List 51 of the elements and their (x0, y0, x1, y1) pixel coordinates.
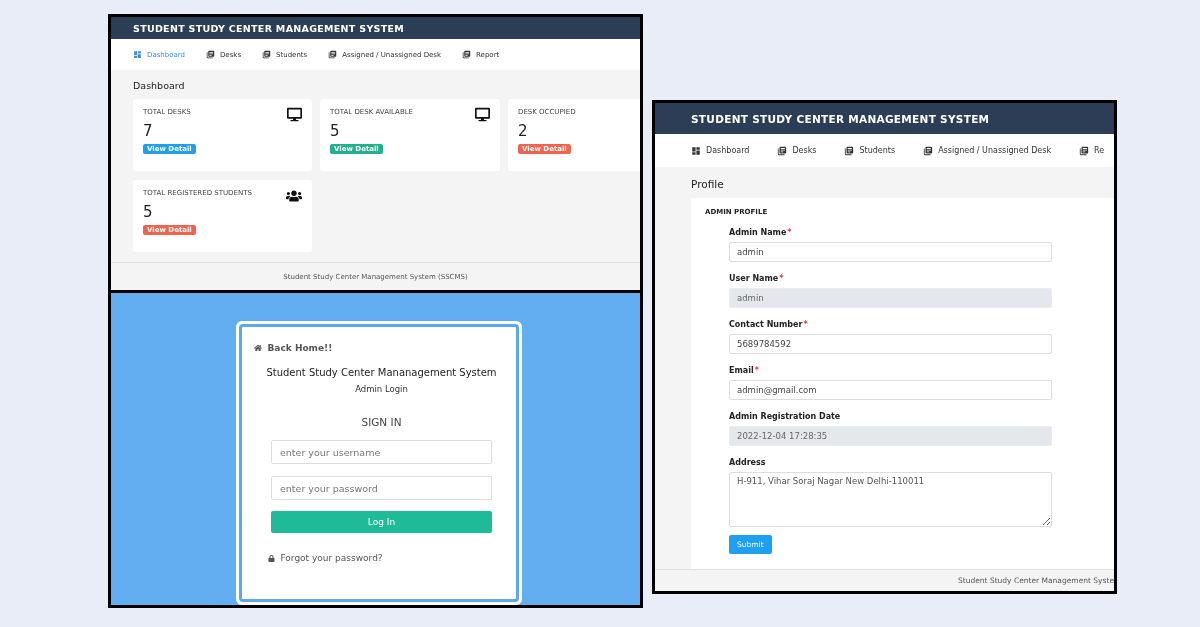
lock-icon (267, 554, 275, 562)
dashboard-icon (133, 50, 142, 59)
nav-link[interactable]: Dashboard (691, 145, 750, 156)
nav-link[interactable]: Students (844, 145, 896, 156)
required-mark: * (754, 366, 759, 375)
pages-icon (1079, 145, 1090, 156)
stat-value: 5 (330, 122, 340, 140)
stat-value: 7 (143, 122, 153, 140)
field-label: Email (729, 366, 754, 375)
dashboard-icon (691, 145, 701, 156)
page-title: Profile (691, 178, 725, 190)
users-icon (286, 188, 302, 204)
system-name: Student Study Center Mananagement System (265, 367, 497, 378)
login-field[interactable]: enter your password (271, 476, 492, 500)
address-field[interactable]: H-911, Vihar Soraj Nagar New Delhi-110011 (729, 472, 1052, 527)
pages-icon (262, 50, 272, 59)
page-title: Dashboard (133, 80, 186, 91)
input-field[interactable]: 5689784592 (729, 334, 1052, 354)
monitor-icon (287, 107, 302, 122)
home-icon (253, 344, 262, 352)
input-field[interactable]: admin@gmail.com (729, 380, 1052, 400)
input-field[interactable]: admin (729, 242, 1052, 262)
pages-icon (844, 145, 855, 156)
field-label: Contact Number (729, 320, 803, 329)
input-field[interactable]: 2022-12-04 17:28:35 (729, 426, 1052, 446)
field-label: Address (729, 458, 766, 467)
app-title: STUDENT STUDY CENTER MANAGEMENT SYSTEM (691, 112, 990, 125)
pages-icon (206, 50, 215, 59)
field-label: Admin Name (729, 228, 787, 237)
login-field[interactable]: enter your username (271, 440, 492, 464)
pages-icon (777, 145, 788, 156)
monitor-icon (475, 107, 490, 122)
forgot-password-link[interactable]: Forgot your password? (267, 553, 383, 563)
back-home-link[interactable]: Back Home!! (253, 343, 333, 353)
field-label: Admin Registration Date (729, 412, 841, 421)
input-field[interactable]: admin (729, 288, 1052, 308)
stat-value: 5 (143, 203, 153, 221)
pages-icon (462, 50, 472, 59)
sign-in-heading: SIGN IN (360, 416, 402, 428)
app-title: STUDENT STUDY CENTER MANAGEMENT SYSTEM (133, 22, 405, 34)
stat-value: 2 (518, 122, 528, 140)
field-label: User Name (729, 274, 779, 283)
pages-icon (923, 145, 934, 156)
required-mark: * (779, 274, 784, 283)
nav-link[interactable]: Re (1079, 145, 1105, 156)
pages-icon (328, 50, 338, 59)
required-mark: * (787, 228, 792, 237)
required-mark: * (803, 320, 808, 329)
login-subtitle: Admin Login (354, 384, 408, 394)
nav-link[interactable]: Assigned / Unassigned Desk (923, 145, 1052, 156)
nav-link[interactable]: Desks (777, 145, 817, 156)
